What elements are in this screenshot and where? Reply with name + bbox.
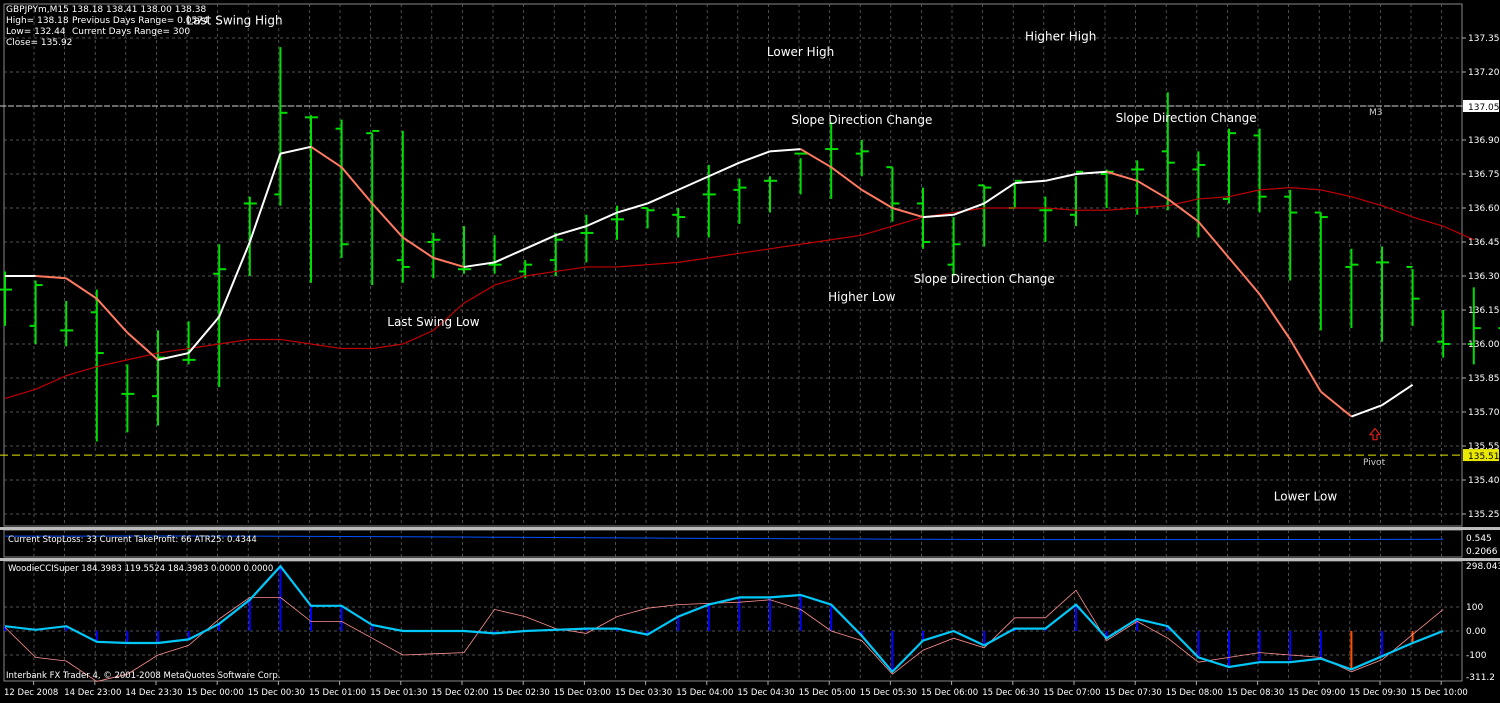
annotation-label: Lower High bbox=[767, 45, 834, 59]
y-tick-label: 135.70 bbox=[1468, 408, 1500, 418]
x-tick-label: 15 Dec 05:30 bbox=[860, 688, 917, 698]
info-close: Close= 135.92 bbox=[6, 38, 72, 48]
stoploss-tick-label: 0.545 bbox=[1466, 534, 1492, 544]
y-tick-label: 137.20 bbox=[1468, 68, 1500, 78]
x-tick-label: 15 Dec 02:00 bbox=[431, 688, 488, 698]
annotation-label: Slope Direction Change bbox=[791, 113, 932, 127]
annotation-label: Last Swing Low bbox=[387, 315, 479, 329]
cci-tick-label: 100 bbox=[1466, 603, 1483, 613]
x-tick-label: 14 Dec 23:00 bbox=[64, 688, 121, 698]
stoploss-label: Current StopLoss: 33 Current TakeProfit:… bbox=[8, 535, 257, 545]
annotation-label: Lower Low bbox=[1274, 489, 1338, 503]
x-tick-label: 15 Dec 06:30 bbox=[982, 688, 1039, 698]
y-tick-label: 136.90 bbox=[1468, 136, 1500, 146]
x-tick-label: 15 Dec 03:30 bbox=[615, 688, 672, 698]
info-cur-range: Current Days Range= 300 bbox=[72, 27, 190, 37]
x-tick-label: 15 Dec 01:30 bbox=[370, 688, 427, 698]
info-low: Low= 132.44 bbox=[6, 27, 66, 37]
x-tick-label: 15 Dec 07:30 bbox=[1105, 688, 1162, 698]
annotation-label: Higher Low bbox=[828, 290, 896, 304]
cci-tick-label: 298.043 bbox=[1466, 562, 1500, 572]
price-chart[interactable]: Last Swing HighLower HighHigher HighSlop… bbox=[0, 0, 1500, 699]
y-tick-label: 135.25 bbox=[1468, 510, 1500, 520]
x-tick-label: 15 Dec 00:00 bbox=[187, 688, 244, 698]
x-tick-label: 15 Dec 05:00 bbox=[799, 688, 856, 698]
annotation-label: Slope Direction Change bbox=[914, 272, 1055, 286]
panel-separator bbox=[0, 558, 1500, 561]
x-tick-label: 15 Dec 08:00 bbox=[1166, 688, 1223, 698]
y-tick-label: 136.15 bbox=[1468, 306, 1500, 316]
stoploss-tick-label: 0.2066 bbox=[1466, 547, 1498, 557]
mt4-chart-window[interactable]: Last Swing High Lower High Higher High Slop… bbox=[0, 0, 1500, 699]
x-tick-label: 15 Dec 04:00 bbox=[676, 688, 733, 698]
x-tick-label: 15 Dec 06:00 bbox=[921, 688, 978, 698]
current-price-label: 137.05 bbox=[1468, 103, 1500, 113]
y-tick-label: 137.35 bbox=[1468, 34, 1500, 44]
y-tick-label: 136.00 bbox=[1468, 340, 1500, 350]
symbol-line: GBPJPYm,M15 138.18 138.41 138.00 138.38 bbox=[6, 5, 206, 15]
m3-label: M3 bbox=[1369, 108, 1383, 118]
footer-copyright: Interbank FX Trader 4, © 2001-2008 MetaQ… bbox=[6, 671, 280, 681]
x-tick-label: 15 Dec 08:30 bbox=[1227, 688, 1284, 698]
x-tick-label: 15 Dec 07:00 bbox=[1043, 688, 1100, 698]
x-tick-label: 15 Dec 04:30 bbox=[737, 688, 794, 698]
x-tick-label: 15 Dec 02:30 bbox=[493, 688, 550, 698]
y-tick-label: 136.60 bbox=[1468, 204, 1500, 214]
y-tick-label: 135.40 bbox=[1468, 476, 1500, 486]
panel-separator bbox=[0, 527, 1500, 530]
cci-tick-label: -100 bbox=[1466, 651, 1487, 661]
x-tick-label: 15 Dec 09:30 bbox=[1349, 688, 1406, 698]
x-tick-label: 15 Dec 01:00 bbox=[309, 688, 366, 698]
x-tick-label: 12 Dec 2008 bbox=[4, 688, 58, 698]
y-tick-label: 136.75 bbox=[1468, 170, 1500, 180]
annotation-label: Higher High bbox=[1025, 29, 1096, 43]
cci-tick-label: 0.00 bbox=[1466, 627, 1486, 637]
pivot-label: Pivot bbox=[1363, 458, 1386, 468]
x-tick-label: 15 Dec 09:00 bbox=[1288, 688, 1345, 698]
y-tick-label: 136.30 bbox=[1468, 272, 1500, 282]
support-price-label: 135.51 bbox=[1468, 452, 1500, 462]
annotation-label: Slope Direction Change bbox=[1116, 111, 1257, 125]
cci-label: WoodieCCISuper 184.3983 119.5524 184.398… bbox=[8, 564, 273, 574]
x-tick-label: 15 Dec 03:00 bbox=[554, 688, 611, 698]
x-tick-label: 14 Dec 23:30 bbox=[125, 688, 182, 698]
cci-tick-label: -311.2 bbox=[1466, 673, 1495, 683]
x-tick-label: 15 Dec 00:30 bbox=[248, 688, 305, 698]
info-high: High= 138.18 bbox=[6, 16, 69, 26]
info-prev-range: Previous Days Range= 0.0574 bbox=[72, 16, 209, 26]
y-tick-label: 136.45 bbox=[1468, 238, 1500, 248]
y-tick-label: 135.85 bbox=[1468, 374, 1500, 384]
x-tick-label: 15 Dec 10:00 bbox=[1411, 688, 1468, 698]
